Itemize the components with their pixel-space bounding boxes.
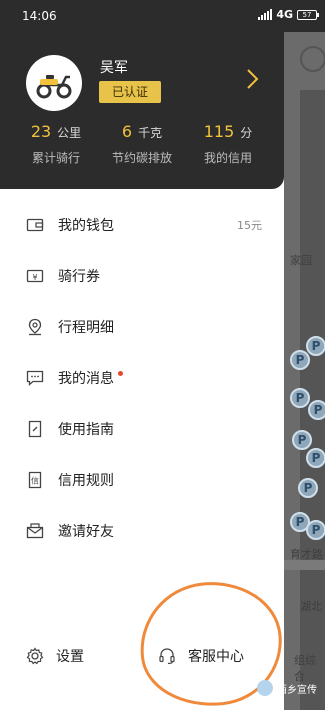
settings-label: 设置 [56,649,84,665]
parking-pin-icon[interactable]: P [308,400,325,420]
menu-label: 骑行券 [58,269,100,285]
invite-mail-icon [26,523,44,539]
menu-label: 我的消息 [58,371,114,387]
svg-text:¥: ¥ [32,273,37,282]
parking-pin-icon[interactable]: P [290,350,310,370]
stat-carbon: 6 千克 节约碳排放 [97,122,187,166]
credit-rules-icon: 信 [28,471,42,489]
watermark-text: 西乡宣传 [277,684,317,696]
ticket-icon: ¥ [26,269,44,283]
parking-pin-icon[interactable]: P [290,388,310,408]
map-search-icon[interactable] [300,46,325,72]
menu-item-trip-details[interactable]: 行程明细 [0,307,284,347]
message-icon [26,370,44,386]
user-name: 吴军 [100,60,128,76]
menu-item-wallet[interactable]: 我的钱包 15元 [0,205,284,245]
menu-item-messages[interactable]: 我的消息 [0,358,284,398]
stat-value: 23 [30,122,52,141]
verified-badge: 已认证 [99,81,161,103]
wallet-balance: 15元 [237,219,262,232]
side-drawer: 吴军 已认证 23 公里 累计骑行 6 千克 节约碳排放 115 分 我的信用 我的钱… [0,32,284,710]
network-type: 4G [276,8,293,21]
guide-book-icon [28,420,42,438]
parking-pin-icon[interactable]: P [306,520,325,540]
location-pin-icon [28,318,42,336]
map-label: 湖北 [300,600,322,613]
wallet-icon [26,218,44,232]
stat-unit: 分 [240,126,253,140]
stat-caption: 累计骑行 [31,151,80,165]
menu-label: 使用指南 [58,422,114,438]
gear-icon [26,647,44,665]
map-label: 家园 [290,254,312,267]
menu-label: 行程明细 [58,320,114,336]
stat-caption: 节约碳排放 [111,151,172,165]
stat-credit[interactable]: 115 分 我的信用 [183,122,273,166]
menu-item-invite-friends[interactable]: 邀请好友 [0,511,284,551]
stat-value: 6 [121,122,133,141]
stat-unit: 公里 [57,126,82,140]
map-label: 育才路 [290,548,323,561]
menu-item-ride-coupon[interactable]: ¥ 骑行券 [0,256,284,296]
avatar[interactable] [26,55,82,111]
watermark-logo-icon [257,680,273,696]
scooter-icon [36,75,72,99]
status-time: 14:06 [22,9,57,23]
parking-pin-icon[interactable]: P [292,430,312,450]
battery-icon: 57 [297,9,319,20]
parking-pin-icon[interactable]: P [306,336,325,356]
settings-button[interactable]: 设置 [26,636,84,676]
headset-icon [159,648,175,665]
drawer-footer: 设置 客服中心 [0,636,284,676]
signal-icon [258,9,273,20]
chevron-right-icon[interactable] [242,68,262,90]
stat-value: 115 [203,122,235,141]
customer-service-label: 客服中心 [188,649,244,665]
status-bar: 14:06 4G 57 [0,0,325,32]
stat-distance: 23 公里 累计骑行 [11,122,101,166]
parking-pin-icon[interactable]: P [306,448,325,468]
menu-label: 邀请好友 [58,524,114,540]
profile-header[interactable]: 吴军 已认证 23 公里 累计骑行 6 千克 节约碳排放 115 分 我的信用 [0,32,284,189]
parking-pin-icon[interactable]: P [298,478,318,498]
svg-text:信: 信 [31,476,39,486]
menu-label: 我的钱包 [58,218,114,234]
menu-label: 信用规则 [58,473,114,489]
menu-item-credit-rules[interactable]: 信 信用规则 [0,460,284,500]
stat-unit: 千克 [138,126,163,140]
watermark: 西乡宣传 [257,680,317,696]
customer-service-button[interactable]: 客服中心 [158,636,244,676]
menu-item-user-guide[interactable]: 使用指南 [0,409,284,449]
unread-dot [118,370,123,376]
stat-caption: 我的信用 [203,151,252,165]
